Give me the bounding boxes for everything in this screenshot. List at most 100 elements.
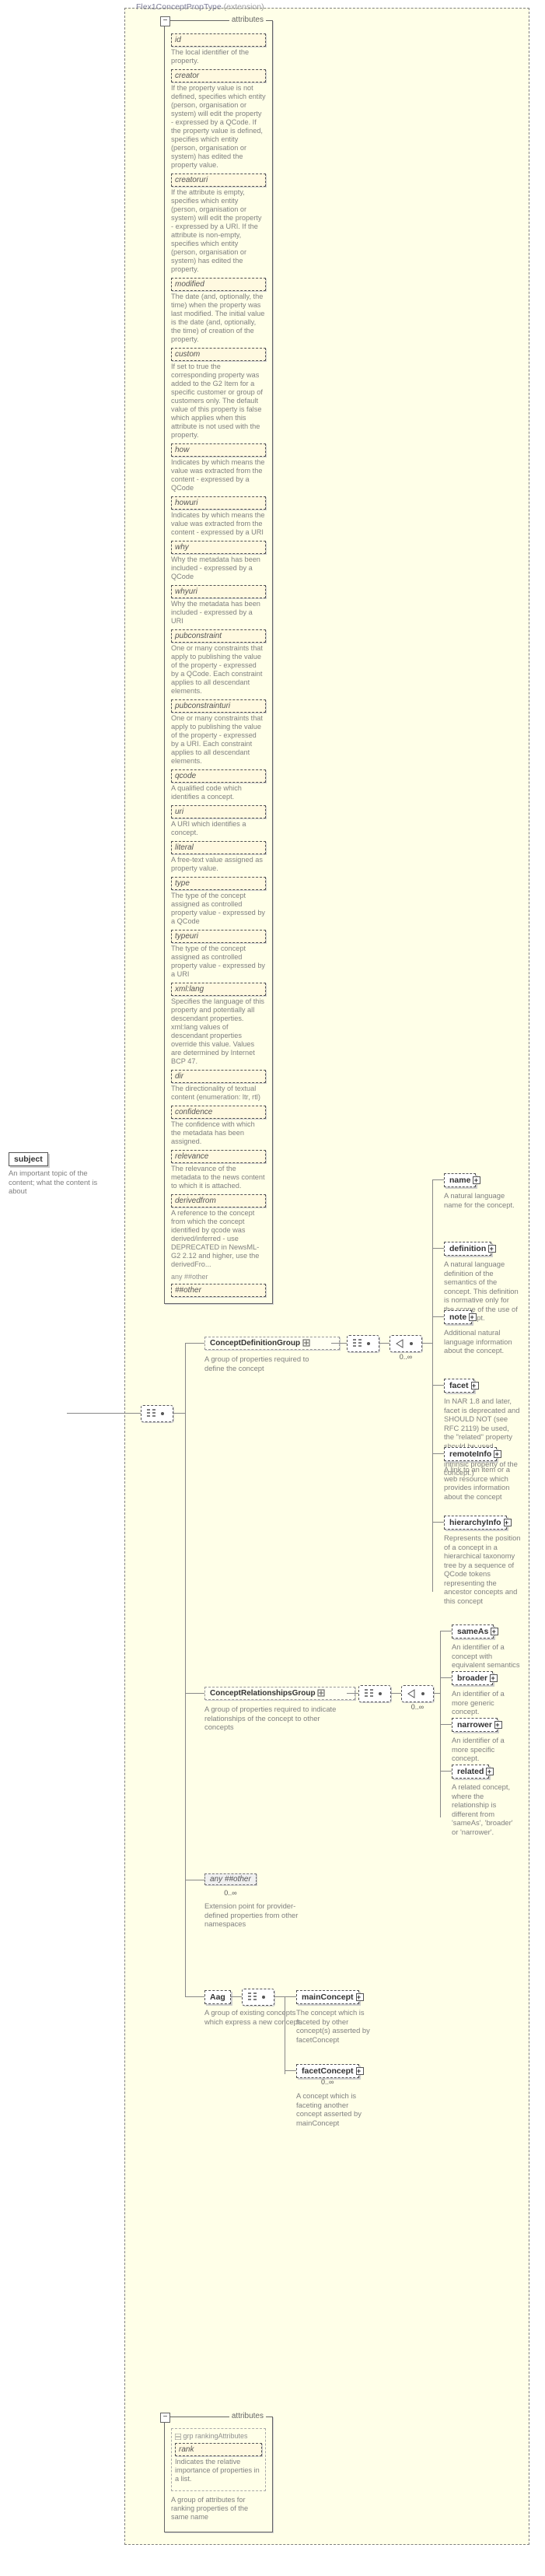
- connector: [347, 1693, 358, 1694]
- collapse-toggle-icon[interactable]: −: [160, 2413, 170, 2423]
- attribute-pubconstrainturi: pubconstrainturi: [171, 699, 266, 713]
- connector: [285, 1996, 296, 1997]
- element-wrap-broader: broader+: [452, 1671, 493, 1685]
- connector: [185, 1343, 186, 1996]
- sameAs-doc: An identifier of a concept with equivale…: [452, 1642, 521, 1670]
- expand-icon[interactable]: +: [486, 1768, 492, 1775]
- attribute-doc: The date (and, optionally, the time) whe…: [171, 293, 266, 344]
- expand-icon[interactable]: +: [494, 1721, 501, 1729]
- sequence-compositor[interactable]: [358, 1685, 391, 1702]
- sequence-compositor[interactable]: [347, 1335, 379, 1352]
- attribute-doc: Why the metadata has been included - exp…: [171, 600, 266, 626]
- element-wrap-definition: definition+: [444, 1242, 491, 1256]
- attribute-doc: The type of the concept assigned as cont…: [171, 945, 266, 979]
- bag-element: Aag: [204, 1990, 231, 2004]
- name-element[interactable]: name+: [444, 1173, 476, 1187]
- attribute-type: type: [171, 877, 266, 890]
- note-doc: Additional natural language information …: [444, 1328, 521, 1355]
- attribute-why: why: [171, 541, 266, 554]
- attribute-doc: The directionality of textual content (e…: [171, 1085, 266, 1102]
- narrower-element[interactable]: narrower+: [452, 1718, 498, 1732]
- element-wrap-mainConcept: mainConcept+: [296, 1990, 359, 2004]
- attribute-custom: custom: [171, 348, 266, 361]
- connector: [274, 1996, 285, 1997]
- expand-icon[interactable]: +: [504, 1519, 510, 1526]
- bag-element-node[interactable]: Aag: [204, 1990, 231, 2004]
- attribute-literal: literal: [171, 841, 266, 854]
- attribute-doc: A qualified code which identifies a conc…: [171, 784, 266, 801]
- element-wrap-note: note+: [444, 1310, 472, 1324]
- attribute-whyuri: whyuri: [171, 585, 266, 598]
- expand-icon[interactable]: +: [490, 1674, 496, 1682]
- connector: [185, 1343, 204, 1344]
- any-attr-group-label: any ##other: [171, 1273, 266, 1281]
- expand-icon[interactable]: +: [469, 1313, 475, 1321]
- attribute-modified: modified: [171, 278, 266, 291]
- related-element[interactable]: related+: [452, 1765, 489, 1779]
- attribute-id: id: [171, 33, 266, 47]
- remoteInfo-element[interactable]: remoteInfo+: [444, 1447, 497, 1461]
- connector: [432, 1248, 444, 1249]
- attribute-doc: One or many constraints that apply to pu…: [171, 714, 266, 766]
- bag-doc: A group of existing concepts which expre…: [204, 2008, 306, 2026]
- attribute-uri: uri: [171, 805, 266, 818]
- element-wrap-hierarchyInfo: hierarchyInfo+: [444, 1516, 507, 1530]
- broader-doc: An identifier of a more generic concept.: [452, 1689, 521, 1716]
- attribute-doc: If the property value is not defined, sp…: [171, 84, 266, 170]
- connector: [432, 1179, 444, 1180]
- concept-definition-group[interactable]: ConceptDefinitionGroup: [204, 1337, 340, 1350]
- attribute-doc: Why the metadata has been included - exp…: [171, 556, 266, 581]
- attributes-panel-title: attributes: [229, 16, 266, 24]
- choice-compositor[interactable]: 0..∞: [390, 1335, 422, 1352]
- facet-element[interactable]: facet+: [444, 1379, 474, 1393]
- expand-icon[interactable]: +: [356, 2067, 362, 2075]
- concept-relationships-group[interactable]: ConceptRelationshipsGroup: [204, 1687, 355, 1700]
- attribute-doc: A reference to the concept from which th…: [171, 1209, 266, 1269]
- connector: [185, 1693, 204, 1694]
- attribute-derivedfrom: derivedfrom: [171, 1194, 266, 1207]
- expand-icon[interactable]: +: [491, 1628, 497, 1635]
- expand-icon[interactable]: +: [471, 1382, 477, 1390]
- crg-doc: A group of properties required to indica…: [204, 1705, 337, 1732]
- facetConcept-element[interactable]: facetConcept+: [296, 2064, 359, 2078]
- related-doc: A related concept, where the relationshi…: [452, 1782, 521, 1836]
- attribute-doc: One or many constraints that apply to pu…: [171, 644, 266, 696]
- connector: [379, 1343, 390, 1344]
- note-element[interactable]: note+: [444, 1310, 472, 1324]
- connector: [422, 1343, 432, 1344]
- attribute-doc: A free-text value assigned as property v…: [171, 856, 266, 873]
- expand-icon[interactable]: +: [356, 1993, 362, 2001]
- attributes-panel: − attributes idThe local identifier of t…: [164, 20, 273, 1304]
- attribute-dir: dir: [171, 1070, 266, 1083]
- attribute-creatoruri: creatoruri: [171, 173, 266, 187]
- connector: [230, 1996, 242, 1997]
- sequence-compositor[interactable]: [242, 1989, 274, 2006]
- attribute-how: how: [171, 443, 266, 457]
- any-other-element[interactable]: any ##other: [204, 1873, 257, 1885]
- attribute-confidence: confidence: [171, 1106, 266, 1119]
- cdg-doc: A group of properties required to define…: [204, 1355, 329, 1372]
- expand-icon[interactable]: +: [494, 1450, 500, 1458]
- ranking-attributes-panel: − attributes grp rankingAttributes rank …: [164, 2417, 273, 2532]
- attribute-creator: creator: [171, 69, 266, 82]
- mainConcept-element[interactable]: mainConcept+: [296, 1990, 359, 2004]
- sequence-compositor[interactable]: [141, 1405, 173, 1422]
- expand-icon[interactable]: +: [488, 1245, 494, 1253]
- element-wrap-related: related+: [452, 1765, 489, 1779]
- connector: [432, 1179, 433, 1592]
- sameAs-element[interactable]: sameAs+: [452, 1624, 494, 1638]
- hierarchyInfo-element[interactable]: hierarchyInfo+: [444, 1516, 507, 1530]
- attribute-doc: If the attribute is empty, specifies whi…: [171, 188, 266, 274]
- choice-compositor[interactable]: 0..∞: [401, 1685, 434, 1702]
- element-wrap-facet: facet+: [444, 1379, 474, 1393]
- ranking-panel-doc: A group of attributes for ranking proper…: [171, 2496, 266, 2522]
- expand-icon[interactable]: +: [473, 1176, 479, 1184]
- definition-element[interactable]: definition+: [444, 1242, 491, 1256]
- remoteInfo-doc: A link to an item or a web resource whic…: [444, 1465, 521, 1501]
- broader-element[interactable]: broader+: [452, 1671, 493, 1685]
- collapse-toggle-icon[interactable]: −: [160, 16, 170, 26]
- element-wrap-sameAs: sameAs+: [452, 1624, 494, 1638]
- connector: [391, 1693, 401, 1694]
- subject-element[interactable]: subject: [9, 1152, 48, 1166]
- rank-attr-doc: Indicates the relative importance of pro…: [175, 2458, 262, 2483]
